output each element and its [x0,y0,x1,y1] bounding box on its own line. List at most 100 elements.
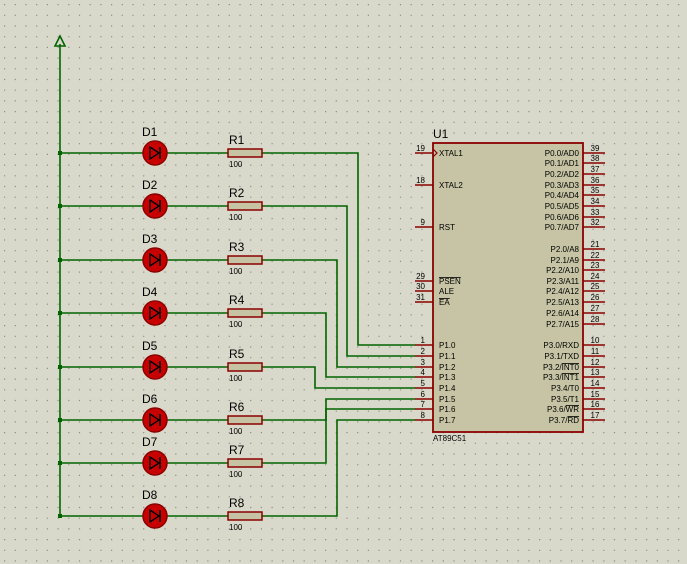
led-body [142,140,168,166]
pin-number: 33 [591,208,600,217]
pin-name: RST [439,223,455,232]
pin-name: P0.6/AD6 [545,213,580,222]
pin-name: P2.4/A12 [546,287,579,296]
led-ref: D5 [142,339,158,353]
pin-name: P3.2/INT0 [543,363,580,372]
pin-number: 37 [591,165,600,174]
junction-dot [58,418,62,422]
resistor-body [227,362,263,372]
led-ref: D8 [142,488,158,502]
pin-number: 27 [591,304,600,313]
resistor-value: 100 [229,427,243,436]
led-5[interactable]: D5 [142,339,168,380]
resistor-ref: R1 [229,133,245,147]
led-3[interactable]: D3 [142,232,168,273]
resistor-5[interactable]: R5 100 [227,347,263,383]
junction-dot [58,151,62,155]
led-7[interactable]: D7 [142,435,168,476]
led-2[interactable]: D2 [142,178,168,219]
pin-number: 24 [591,272,600,281]
led-body [142,450,168,476]
pin-name: P3.6/WR [547,405,579,414]
pin-number: 1 [421,336,426,345]
resistor-3[interactable]: R3 100 [227,240,263,276]
led-body [142,300,168,326]
pin-number: 14 [591,379,600,388]
pin-name: P2.0/A8 [551,245,580,254]
pin-name: P0.7/AD7 [545,223,580,232]
led-4[interactable]: D4 [142,285,168,326]
pin-name: P1.0 [439,341,456,350]
microcontroller-u1[interactable]: U1 AT89C51 19XTAL118XTAL29RST29PSEN30ALE… [415,127,605,443]
pin-name: P0.1/AD1 [545,159,580,168]
pin-number: 34 [591,197,600,206]
pin-name: XTAL2 [439,181,463,190]
resistor-value: 100 [229,470,243,479]
pin-number: 11 [591,347,600,356]
pin-number: 9 [421,218,426,227]
pin-number: 15 [591,390,600,399]
pin-name: P2.2/A10 [546,266,579,275]
wire-resistor-chip [262,408,415,464]
resistor-body [227,308,263,318]
resistor-value: 100 [229,267,243,276]
pin-name: P1.5 [439,395,456,404]
resistor-body [227,148,263,158]
junction-dot [58,204,62,208]
junction-dot [58,258,62,262]
pin-name: P1.2 [439,363,456,372]
led-body [142,407,168,433]
pin-number: 35 [591,186,600,195]
schematic-canvas[interactable]: D1 D2 D3 D4 D5 D6 D7 D8 R1 100 R2 100 R3 100 R4 100 R5 1… [0,0,687,564]
pin-name: P0.0/AD0 [545,149,580,158]
led-8[interactable]: D8 [142,488,168,529]
pin-number: 38 [591,154,600,163]
pin-number: 29 [416,272,425,281]
wire-resistor-chip [262,152,415,346]
led-6[interactable]: D6 [142,392,168,433]
wire-resistor-chip [262,205,415,357]
resistor-8[interactable]: R8 100 [227,496,263,532]
resistor-body [227,415,263,425]
resistor-ref: R6 [229,400,245,414]
pin-number: 8 [421,411,426,420]
pin-name: EA [439,298,450,307]
resistor-group: R1 100 R2 100 R3 100 R4 100 R5 100 R6 100 R7 100 R8 100 [227,133,263,532]
pin-name: P1.4 [439,384,456,393]
led-1[interactable]: D1 [142,125,168,166]
pin-number: 10 [591,336,600,345]
resistor-7[interactable]: R7 100 [227,443,263,479]
pin-name: P3.0/RXD [543,341,579,350]
resistor-ref: R8 [229,496,245,510]
pin-name: P3.4/T0 [551,384,580,393]
led-body [142,354,168,380]
pin-number: 12 [591,358,600,367]
resistor-6[interactable]: R6 100 [227,400,263,436]
pin-name: P1.1 [439,352,456,361]
pin-name: P1.6 [439,405,456,414]
pin-number: 23 [591,261,600,270]
pin-number: 16 [591,400,600,409]
pin-name: P3.5/T1 [551,395,580,404]
pin-number: 7 [421,400,426,409]
pin-number: 17 [591,411,600,420]
pin-name: P0.5/AD5 [545,202,580,211]
led-ref: D7 [142,435,158,449]
resistor-value: 100 [229,523,243,532]
pin-number: 36 [591,176,600,185]
resistor-body [227,255,263,265]
led-ref: D2 [142,178,158,192]
pin-number: 21 [591,240,600,249]
pin-number: 26 [591,293,600,302]
resistor-ref: R3 [229,240,245,254]
resistor-body [227,458,263,468]
pin-number: 6 [421,390,426,399]
led-body [142,247,168,273]
pin-number: 13 [591,368,600,377]
led-body [142,503,168,529]
resistor-2[interactable]: R2 100 [227,186,263,222]
resistor-4[interactable]: R4 100 [227,293,263,329]
led-group: D1 D2 D3 D4 D5 D6 D7 D8 [142,125,168,529]
resistor-1[interactable]: R1 100 [227,133,263,169]
pin-name: P2.6/A14 [546,309,579,318]
